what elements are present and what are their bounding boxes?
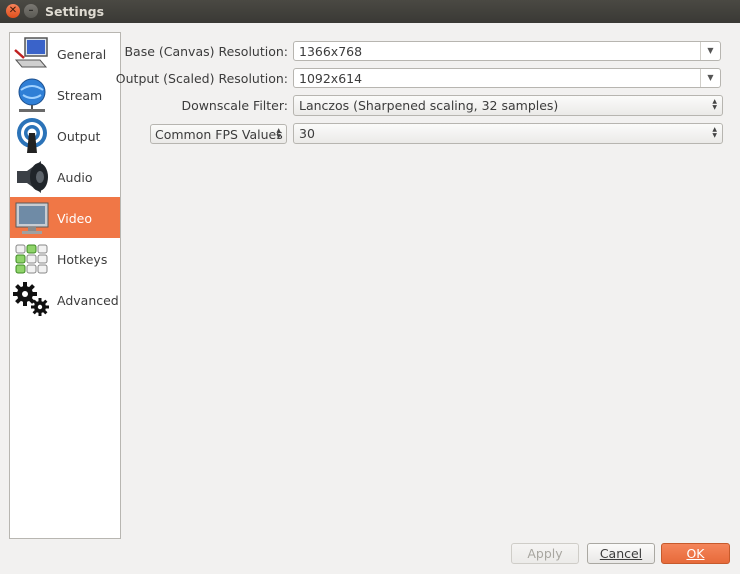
- sidebar-item-output[interactable]: Output: [10, 115, 120, 156]
- up-down-arrows-icon: ▲ ▼: [712, 126, 717, 139]
- base-resolution-value: 1366x768: [299, 44, 363, 59]
- base-resolution-label: Base (Canvas) Resolution:: [124, 44, 288, 59]
- speaker-icon: [17, 161, 48, 193]
- gears-icon: [13, 282, 49, 316]
- chevron-down-icon[interactable]: ▼: [700, 42, 720, 60]
- broadcast-antenna-icon: [17, 118, 47, 153]
- sidebar-item-label: Output: [57, 129, 101, 144]
- settings-sidebar: General Stream Output Audio Video Hotkey…: [9, 32, 121, 539]
- downscale-filter-value: Lanczos (Sharpened scaling, 32 samples): [299, 98, 559, 113]
- base-resolution-combo[interactable]: 1366x768 ▼: [293, 41, 721, 61]
- close-window-button[interactable]: ✕: [6, 4, 20, 18]
- sidebar-item-label: Hotkeys: [57, 252, 108, 267]
- sidebar-item-general[interactable]: General: [10, 33, 120, 74]
- downscale-filter-select[interactable]: Lanczos (Sharpened scaling, 32 samples) …: [293, 95, 723, 116]
- title-bar: ✕ – Settings: [0, 0, 740, 23]
- sidebar-item-label: Audio: [57, 170, 93, 185]
- sidebar-item-label: General: [57, 47, 107, 62]
- fps-type-select[interactable]: Common FPS Values ▲ ▼: [150, 124, 287, 144]
- sidebar-item-label: Stream: [57, 88, 103, 103]
- monitor-keyboard-icon: [14, 37, 48, 68]
- monitor-icon: [15, 202, 49, 234]
- sidebar-item-video[interactable]: Video: [10, 197, 120, 238]
- output-resolution-label: Output (Scaled) Resolution:: [115, 71, 288, 86]
- chevron-down-icon[interactable]: ▼: [700, 69, 720, 87]
- cancel-button-label: Cancel: [599, 546, 643, 561]
- downscale-filter-label: Downscale Filter:: [181, 98, 288, 113]
- globe-network-icon: [18, 78, 46, 112]
- sidebar-item-label: Video: [57, 211, 93, 226]
- ok-button-label: OK: [686, 546, 705, 561]
- sidebar-item-stream[interactable]: Stream: [10, 74, 120, 115]
- output-resolution-value: 1092x614: [299, 71, 363, 86]
- sidebar-item-audio[interactable]: Audio: [10, 156, 120, 197]
- window-title: Settings: [45, 4, 105, 19]
- fps-value: 30: [299, 126, 315, 141]
- up-down-arrows-icon: ▲ ▼: [276, 127, 281, 140]
- sidebar-item-advanced[interactable]: Advanced: [10, 279, 120, 320]
- output-resolution-combo[interactable]: 1092x614 ▼: [293, 68, 721, 88]
- up-down-arrows-icon: ▲ ▼: [712, 98, 717, 111]
- sidebar-item-label: Advanced: [57, 293, 119, 308]
- sidebar-item-hotkeys[interactable]: Hotkeys: [10, 238, 120, 279]
- fps-value-select[interactable]: 30 ▲ ▼: [293, 123, 723, 144]
- minimize-window-button[interactable]: –: [24, 4, 38, 18]
- fps-type-value: Common FPS Values: [155, 127, 283, 142]
- cancel-button[interactable]: Cancel: [587, 543, 655, 564]
- apply-button[interactable]: Apply: [511, 543, 579, 564]
- ok-button[interactable]: OK: [661, 543, 730, 564]
- keyboard-icon: [15, 244, 48, 274]
